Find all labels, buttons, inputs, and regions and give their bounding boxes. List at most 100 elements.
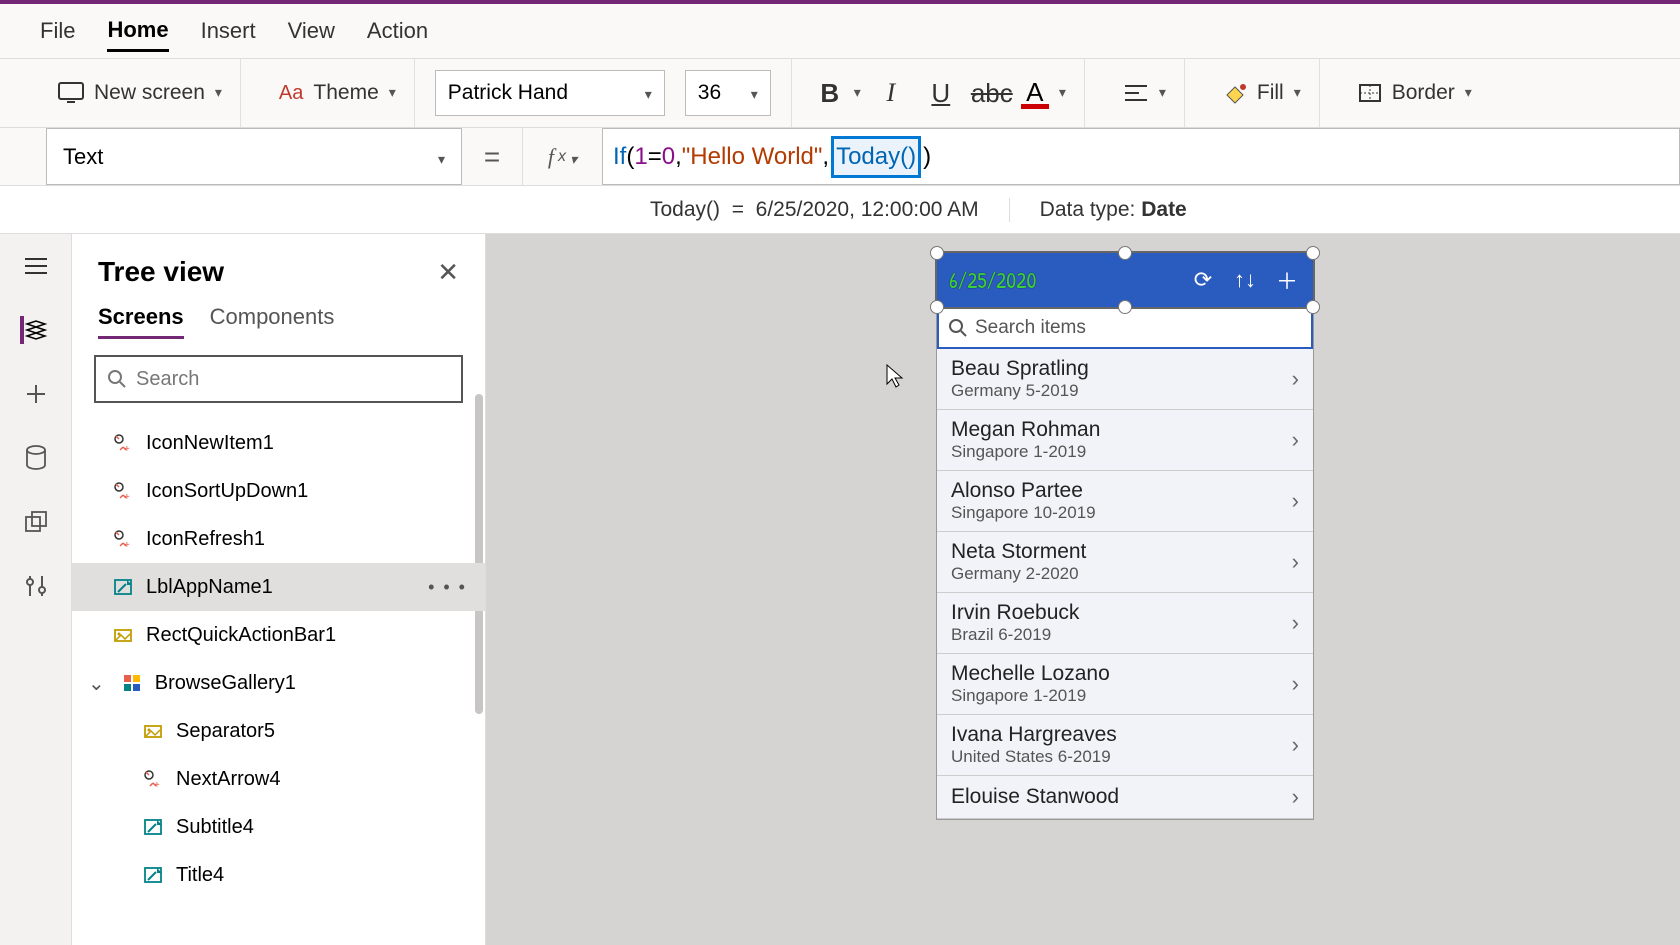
menu-home[interactable]: Home	[107, 11, 168, 52]
tree-node[interactable]: +NextArrow4	[72, 755, 485, 803]
strikethrough-button[interactable]: abc	[971, 78, 1011, 109]
gallery-item[interactable]: Ivana HargreavesUnited States 6-2019›	[937, 715, 1313, 776]
chevron-down-icon[interactable]	[1465, 84, 1472, 102]
chevron-down-icon[interactable]	[1294, 84, 1301, 102]
ribbon-group-border: Border	[1340, 59, 1490, 127]
node-type-icon	[121, 672, 143, 694]
italic-button[interactable]: I	[871, 78, 911, 108]
theme-icon: Aa	[279, 82, 303, 105]
font-color-button[interactable]: A	[1021, 77, 1049, 109]
app-preview: 6/25/2020 ⟳ ↑↓ ＋ Search items Beau Sprat…	[936, 252, 1314, 820]
font-family-select[interactable]: Patrick Hand	[435, 70, 665, 116]
item-name: Elouise Stanwood	[951, 785, 1119, 809]
main-area: Tree view ✕ Screens Components Search +I…	[0, 234, 1680, 945]
gallery-item[interactable]: Beau SpratlingGermany 5-2019›	[937, 349, 1313, 410]
insert-icon[interactable]	[22, 380, 50, 408]
refresh-icon[interactable]: ⟳	[1189, 267, 1217, 293]
font-size-select[interactable]: 36	[685, 70, 771, 116]
tab-screens[interactable]: Screens	[98, 304, 184, 339]
chevron-right-icon[interactable]: ›	[1292, 427, 1299, 453]
tree-node[interactable]: +IconSortUpDown1	[72, 467, 485, 515]
chevron-right-icon[interactable]: ›	[1292, 784, 1299, 810]
svg-text:+: +	[124, 444, 130, 453]
tree-node[interactable]: Separator5	[72, 707, 485, 755]
theme-button[interactable]: Theme	[313, 81, 378, 105]
fx-button[interactable]: fx	[522, 128, 602, 185]
close-icon[interactable]: ✕	[437, 257, 459, 288]
new-screen-button[interactable]: New screen	[94, 81, 205, 105]
gallery-item[interactable]: Elouise Stanwood ›	[937, 776, 1313, 819]
chevron-down-icon[interactable]	[854, 84, 861, 102]
tree-node[interactable]: ⌄BrowseGallery1	[72, 659, 485, 707]
chevron-right-icon[interactable]: ›	[1292, 671, 1299, 697]
tree-node[interactable]: LblAppName1• • •	[72, 563, 485, 611]
formula-input[interactable]: If(1=0, "Hello World", Today())	[602, 128, 1680, 185]
selection-handle[interactable]	[1306, 300, 1320, 314]
chevron-right-icon[interactable]: ›	[1292, 732, 1299, 758]
ribbon-group-screen: New screen	[40, 59, 241, 127]
canvas[interactable]: 6/25/2020 ⟳ ↑↓ ＋ Search items Beau Sprat…	[486, 234, 1680, 945]
expand-chevron-icon[interactable]: ⌄	[88, 671, 105, 696]
add-icon[interactable]: ＋	[1273, 264, 1301, 296]
tree-search-input[interactable]: Search	[94, 355, 463, 403]
gallery-item[interactable]: Mechelle LozanoSingapore 1-2019›	[937, 654, 1313, 715]
advanced-tools-icon[interactable]	[22, 572, 50, 600]
border-button[interactable]: Border	[1392, 81, 1455, 105]
tab-components[interactable]: Components	[210, 304, 335, 339]
item-name: Megan Rohman	[951, 418, 1100, 442]
screen-icon	[58, 82, 84, 104]
chevron-right-icon[interactable]: ›	[1292, 366, 1299, 392]
menu-file[interactable]: File	[40, 12, 75, 50]
align-icon[interactable]	[1123, 83, 1149, 103]
gallery-item[interactable]: Neta StormentGermany 2-2020›	[937, 532, 1313, 593]
underline-button[interactable]: U	[921, 78, 961, 109]
node-label: NextArrow4	[176, 768, 280, 791]
gallery-item[interactable]: Megan RohmanSingapore 1-2019 ›	[937, 410, 1313, 471]
media-icon[interactable]	[22, 508, 50, 536]
item-name: Irvin Roebuck	[951, 601, 1079, 625]
data-icon[interactable]	[22, 444, 50, 472]
node-label: Separator5	[176, 720, 275, 743]
menu-view[interactable]: View	[288, 12, 335, 50]
sort-icon[interactable]: ↑↓	[1231, 267, 1259, 293]
chevron-down-icon	[438, 144, 445, 170]
fill-button[interactable]: Fill	[1257, 81, 1284, 105]
tree-view-pane: Tree view ✕ Screens Components Search +I…	[72, 234, 486, 945]
formula-token: "Hello World"	[682, 143, 823, 171]
node-type-icon	[142, 864, 164, 886]
formula-result-expr: Today()	[650, 198, 720, 221]
chevron-down-icon[interactable]	[389, 84, 396, 102]
hamburger-icon[interactable]	[22, 252, 50, 280]
item-subtitle: Singapore 1-2019	[951, 442, 1100, 462]
menu-action[interactable]: Action	[367, 12, 428, 50]
tree-view-icon[interactable]	[20, 316, 48, 344]
property-select[interactable]: Text	[46, 128, 462, 185]
selection-handle[interactable]	[930, 300, 944, 314]
formula-result-value: 6/25/2020, 12:00:00 AM	[756, 198, 979, 221]
app-gallery: Beau SpratlingGermany 5-2019›Megan Rohma…	[937, 349, 1313, 819]
tree-node[interactable]: Title4	[72, 851, 485, 899]
chevron-down-icon[interactable]	[215, 84, 222, 102]
tree-node[interactable]: RectQuickActionBar1	[72, 611, 485, 659]
selection-handle[interactable]	[1118, 300, 1132, 314]
tree-node[interactable]: Subtitle4	[72, 803, 485, 851]
app-title-label[interactable]: 6/25/2020	[949, 265, 1175, 295]
tree-node[interactable]: +IconNewItem1	[72, 419, 485, 467]
app-header[interactable]: 6/25/2020 ⟳ ↑↓ ＋	[937, 253, 1313, 307]
selection-handle[interactable]	[1306, 246, 1320, 260]
chevron-right-icon[interactable]: ›	[1292, 488, 1299, 514]
item-subtitle: Germany 5-2019	[951, 381, 1089, 401]
chevron-right-icon[interactable]: ›	[1292, 549, 1299, 575]
chevron-right-icon[interactable]: ›	[1292, 610, 1299, 636]
bold-button[interactable]: B	[810, 78, 850, 109]
chevron-down-icon[interactable]	[1059, 84, 1066, 102]
node-type-icon	[142, 816, 164, 838]
selection-handle[interactable]	[1118, 246, 1132, 260]
chevron-down-icon[interactable]	[1159, 84, 1166, 102]
menu-insert[interactable]: Insert	[201, 12, 256, 50]
gallery-item[interactable]: Irvin RoebuckBrazil 6-2019›	[937, 593, 1313, 654]
gallery-item[interactable]: Alonso ParteeSingapore 10-2019›	[937, 471, 1313, 532]
more-icon[interactable]: • • •	[428, 577, 467, 598]
tree-node[interactable]: +IconRefresh1	[72, 515, 485, 563]
selection-handle[interactable]	[930, 246, 944, 260]
